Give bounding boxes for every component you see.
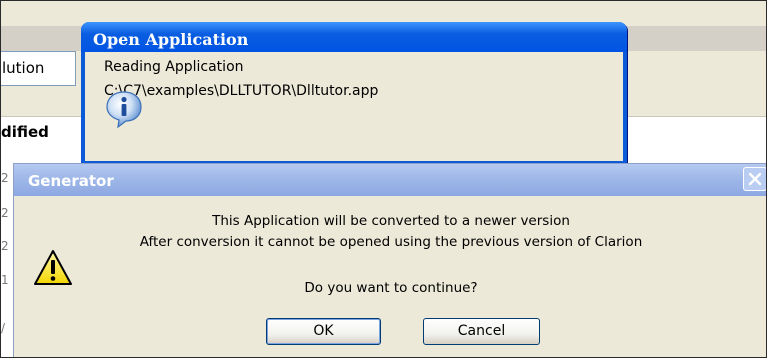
solution-field[interactable]: lution: [1, 51, 76, 86]
open-application-title: Open Application: [93, 30, 249, 49]
list-row-fragments: 2 2 2 1/: [1, 171, 9, 335]
info-icon: [106, 91, 142, 129]
close-icon: [748, 172, 762, 186]
close-button[interactable]: [743, 167, 766, 191]
ok-button[interactable]: OK: [266, 318, 381, 345]
generator-title: Generator: [28, 172, 114, 190]
screenshot-frame: lution dified 2 2 2 1/ Open Application Rea…: [0, 0, 767, 358]
generator-dialog: Generator: [13, 163, 766, 357]
warning-icon: [34, 250, 72, 285]
cancel-button[interactable]: Cancel: [423, 318, 540, 345]
conversion-message-line2: After conversion it cannot be opened usi…: [139, 234, 643, 250]
conversion-message-line1: This Application will be converted to a …: [212, 213, 570, 229]
open-application-titlebar[interactable]: Open Application: [81, 22, 627, 52]
continue-question: Do you want to continue?: [304, 280, 478, 296]
application-path-label: C:\C7\examples\DLLTUTOR\Dlltutor.app: [104, 83, 379, 99]
reading-application-label: Reading Application: [104, 59, 244, 75]
modified-column-header[interactable]: dified: [1, 123, 49, 141]
generator-titlebar[interactable]: Generator: [14, 164, 766, 196]
